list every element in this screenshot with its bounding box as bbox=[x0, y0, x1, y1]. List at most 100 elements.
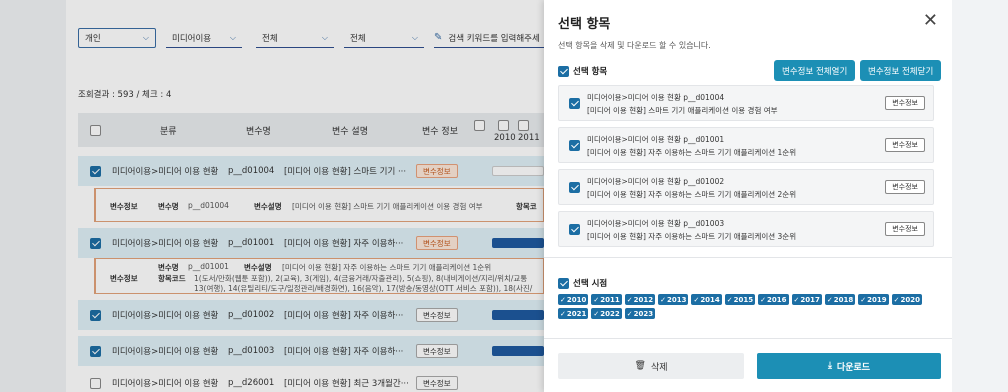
row-var: p__d01002 bbox=[228, 310, 275, 320]
category-select[interactable]: 미디어이용 ⌵ bbox=[166, 28, 242, 48]
detail-label: 변수정보 bbox=[110, 202, 138, 211]
row-checkbox[interactable] bbox=[90, 345, 101, 357]
header-desc: 변수 설명 bbox=[332, 126, 368, 137]
detail-desc-label: 변수설명 bbox=[254, 202, 282, 211]
close-icon[interactable]: ✕ bbox=[923, 10, 938, 31]
item-info-button[interactable]: 변수정보 bbox=[885, 180, 925, 194]
year-tag[interactable]: ✓ 2010 bbox=[558, 294, 589, 305]
year-value: 2011 bbox=[600, 295, 620, 304]
item-line1: 미디어이용>미디어 이용 현황 p__d01001 bbox=[587, 135, 725, 144]
year-bar bbox=[492, 346, 544, 356]
sub1-select-value: 전체 bbox=[262, 33, 278, 44]
year-tag[interactable]: ✓ 2014 bbox=[691, 294, 722, 305]
row-desc: [미디어 이용 현황] 자주 이용하··· bbox=[284, 311, 404, 321]
item-line2: [미디어 이용 현황] 자주 이용하는 스마트 기기 애플리케이션 3순위 bbox=[587, 232, 797, 241]
selected-item-card: 미디어이용>미디어 이용 현황 p__d01003 [미디어 이용 현황] 자주… bbox=[558, 211, 934, 247]
year-tag[interactable]: ✓ 2013 bbox=[658, 294, 689, 305]
sub2-select[interactable]: 전체 ⌵ bbox=[344, 28, 424, 48]
table-row[interactable]: 미디어이용>미디어 이용 현황 p__d26001 [미디어 이용 현황] 최근… bbox=[78, 368, 544, 392]
row-desc: [미디어 이용 현황] 스마트 기기 ··· bbox=[284, 167, 407, 177]
check-icon: ✓ bbox=[860, 295, 867, 304]
divider bbox=[544, 338, 952, 339]
panel-description: 선택 항목을 삭제 및 다운로드 할 수 있습니다. bbox=[558, 41, 711, 50]
var-info-button[interactable]: 변수정보 bbox=[416, 236, 458, 250]
var-info-button[interactable]: 변수정보 bbox=[416, 376, 458, 390]
table-row[interactable]: 미디어이용>미디어 이용 현황 p__d01004 [미디어 이용 현황] 스마… bbox=[78, 156, 544, 186]
row-checkbox[interactable] bbox=[90, 165, 101, 177]
year-tag[interactable]: ✓ 2016 bbox=[758, 294, 789, 305]
year-tag[interactable]: ✓ 2017 bbox=[791, 294, 822, 305]
year-tag[interactable]: ✓ 2011 bbox=[591, 294, 622, 305]
year-value: 2019 bbox=[867, 295, 887, 304]
detail-code-label: 항목코드 bbox=[158, 274, 186, 283]
year-value: 2023 bbox=[633, 309, 654, 318]
years-label: 선택 시점 bbox=[573, 279, 608, 289]
row-category: 미디어이용>미디어 이용 현황 bbox=[112, 167, 219, 177]
item-info-button[interactable]: 변수정보 bbox=[885, 222, 925, 236]
var-info-button[interactable]: 변수정보 bbox=[416, 344, 458, 358]
sub1-select[interactable]: 전체 ⌵ bbox=[256, 28, 334, 48]
check-icon: ✓ bbox=[726, 295, 733, 304]
detail-name-label: 변수명 bbox=[158, 202, 179, 211]
year-tag[interactable]: ✓ 2015 bbox=[724, 294, 756, 305]
detail-name: p__d01001 bbox=[188, 262, 229, 271]
item-checkbox[interactable] bbox=[569, 182, 580, 193]
type-select[interactable]: 개인 ⌵ bbox=[78, 28, 156, 48]
year-tag[interactable]: ✓ 2018 bbox=[824, 294, 856, 305]
check-icon: ✓ bbox=[626, 295, 633, 304]
row-detail: 변수정보 변수명 p__d01004 변수설명 [미디어 이용 현황] 스마트 … bbox=[94, 188, 544, 222]
item-info-button[interactable]: 변수정보 bbox=[885, 138, 925, 152]
year-tag[interactable]: ✓ 2022 bbox=[591, 308, 622, 319]
row-desc: [미디어 이용 현황] 최근 3개월간··· bbox=[284, 379, 409, 389]
year-value: 2020 bbox=[900, 295, 920, 304]
row-var: p__d01004 bbox=[228, 166, 275, 176]
item-checkbox[interactable] bbox=[569, 140, 580, 151]
detail-desc-label: 변수설명 bbox=[244, 263, 272, 272]
detail-desc: [미디어 이용 현황] 스마트 기기 애플리케이션 이용 경험 여부 bbox=[292, 202, 483, 211]
year-tag[interactable]: ✓ 2020 bbox=[891, 294, 922, 305]
year-tag[interactable]: ✓ 2019 bbox=[858, 294, 889, 305]
row-checkbox[interactable] bbox=[90, 309, 101, 321]
year-checkbox-extra[interactable] bbox=[474, 120, 485, 131]
item-line1: 미디어이용>미디어 이용 현황 p__d01004 bbox=[587, 93, 725, 102]
row-category: 미디어이용>미디어 이용 현황 bbox=[112, 379, 219, 389]
detail-desc: [미디어 이용 현황] 자주 이용하는 스마트 기기 애플리케이션 1순위 bbox=[282, 263, 492, 272]
year-tag[interactable]: ✓ 2023 bbox=[624, 308, 656, 319]
year-bar bbox=[492, 238, 544, 248]
years-section-header: 선택 시점 bbox=[558, 277, 607, 289]
table-header: 분류 변수명 변수 설명 변수 정보 2010 2011 bbox=[78, 113, 544, 147]
check-icon: ✓ bbox=[760, 295, 767, 304]
item-checkbox[interactable] bbox=[569, 98, 580, 109]
delete-button[interactable]: 🗑 삭제 bbox=[558, 353, 744, 379]
search-input[interactable]: ✎ 검색 키워드를 입력해주세 bbox=[434, 28, 544, 48]
download-button[interactable]: ⤓ 다운로드 bbox=[757, 353, 941, 379]
table-row[interactable]: 미디어이용>미디어 이용 현황 p__d01002 [미디어 이용 현황] 자주… bbox=[78, 300, 544, 330]
year-checkbox-2010[interactable] bbox=[498, 120, 509, 131]
row-checkbox[interactable] bbox=[90, 237, 101, 249]
header-category: 분류 bbox=[160, 126, 177, 137]
row-checkbox[interactable] bbox=[90, 377, 101, 389]
item-info-button[interactable]: 변수정보 bbox=[885, 96, 925, 110]
item-line1: 미디어이용>미디어 이용 현황 p__d01003 bbox=[587, 219, 725, 228]
year-tag[interactable]: ✓ 2012 bbox=[624, 294, 656, 305]
sub2-select-value: 전체 bbox=[350, 33, 366, 44]
year-tag[interactable]: ✓ 2021 bbox=[558, 308, 589, 319]
type-select-value: 개인 bbox=[85, 34, 101, 44]
var-info-button[interactable]: 변수정보 bbox=[416, 308, 458, 322]
row-var: p__d01001 bbox=[228, 238, 275, 248]
years-checkbox[interactable] bbox=[558, 277, 569, 289]
row-desc: [미디어 이용 현황] 자주 이용하··· bbox=[284, 239, 404, 249]
delete-label: 삭제 bbox=[650, 362, 668, 373]
item-checkbox[interactable] bbox=[569, 224, 580, 235]
selected-item-card: 미디어이용>미디어 이용 현황 p__d01004 [미디어 이용 현황] 스마… bbox=[558, 85, 934, 121]
table-row[interactable]: 미디어이용>미디어 이용 현황 p__d01003 [미디어 이용 현황] 자주… bbox=[78, 336, 544, 366]
table-row[interactable]: 미디어이용>미디어 이용 현황 p__d01001 [미디어 이용 현황] 자주… bbox=[78, 228, 544, 258]
var-info-button[interactable]: 변수정보 bbox=[416, 164, 458, 178]
item-line2: [미디어 이용 현황] 스마트 기기 애플리케이션 이용 경험 여부 bbox=[587, 106, 778, 115]
collapse-all-button[interactable]: 변수정보 전체닫기 bbox=[860, 60, 942, 81]
expand-all-button[interactable]: 변수정보 전체열기 bbox=[774, 60, 856, 81]
items-checkbox[interactable] bbox=[558, 65, 569, 77]
select-all-checkbox[interactable] bbox=[90, 124, 101, 136]
year-checkbox-2011[interactable] bbox=[518, 120, 529, 131]
detail-name: p__d01004 bbox=[188, 201, 229, 210]
